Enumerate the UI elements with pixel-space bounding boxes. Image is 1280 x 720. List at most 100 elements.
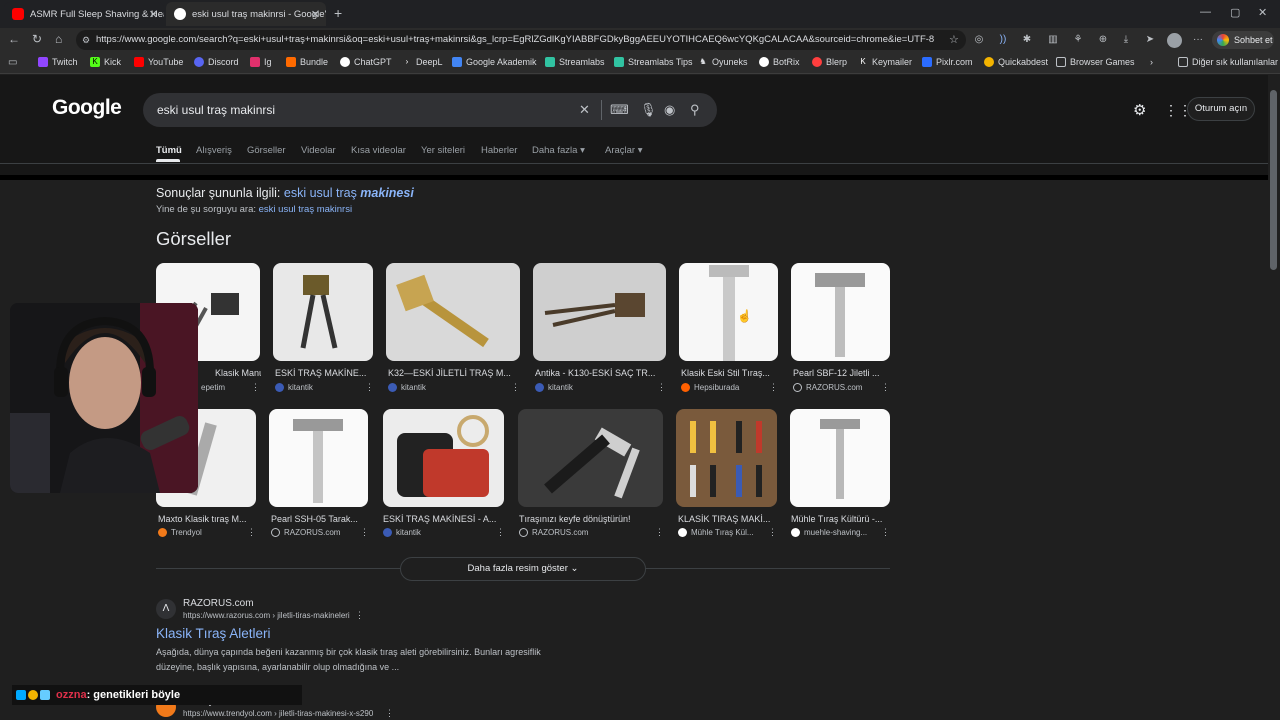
chevron-right-icon[interactable]: › — [1150, 57, 1153, 67]
image-source[interactable]: RAZORUS.com — [271, 528, 340, 537]
puzzle-icon[interactable]: ✱ — [1020, 33, 1034, 47]
image-source[interactable]: muehle-shaving... — [791, 528, 867, 537]
keyboard-icon[interactable]: ⌨ — [610, 102, 629, 118]
result-site-name[interactable]: RAZORUS.com — [183, 598, 254, 609]
bookmark-streamlabs-tips[interactable]: Streamlabs Tips — [614, 57, 693, 67]
result-title-link[interactable]: Klasik Tıraş Aletleri — [156, 626, 271, 641]
tab-all[interactable]: Tümü — [156, 145, 182, 156]
bookmark-twitch[interactable]: Twitch — [38, 57, 78, 67]
bookmark-deepl[interactable]: › DeepL — [402, 57, 443, 67]
download-icon[interactable]: ⤓ — [1119, 33, 1133, 47]
bookmark-youtube[interactable]: YouTube — [134, 57, 183, 67]
more-options-icon[interactable]: ⋮ — [881, 527, 890, 538]
more-options-icon[interactable]: ⋮ — [655, 527, 664, 538]
bookmark-keymailer[interactable]: K Keymailer — [858, 57, 912, 67]
more-options-icon[interactable]: ⋮ — [881, 382, 890, 393]
star-icon[interactable]: ☆ — [949, 33, 959, 46]
tab-youtube[interactable]: ASMR Full Sleep Shaving & Head ✕ — [4, 2, 164, 26]
result-url[interactable]: https://www.razorus.com › jiletli-tiras-… — [183, 611, 350, 620]
tab-videos[interactable]: Videolar — [301, 145, 336, 156]
image-result[interactable] — [386, 263, 520, 361]
image-source[interactable]: epetim — [201, 383, 225, 392]
bookmark-quickabdest[interactable]: Quickabdest — [984, 57, 1048, 67]
result-url[interactable]: https://www.trendyol.com › jiletli-tiras… — [183, 709, 373, 718]
bookmark-ig[interactable]: Ig — [250, 57, 272, 67]
share-icon[interactable]: ➤ — [1143, 33, 1157, 47]
close-icon[interactable]: ✕ — [311, 8, 320, 21]
image-source[interactable]: RAZORUS.com — [793, 383, 862, 392]
reload-icon[interactable]: ↻ — [32, 32, 42, 46]
tab-news[interactable]: Haberler — [481, 145, 517, 156]
bookmark-kick[interactable]: K Kick — [90, 57, 121, 67]
bookmark-blerp[interactable]: Blerp — [812, 57, 847, 67]
reading-list-icon[interactable]: ▭ — [8, 57, 17, 68]
more-options-icon[interactable]: ⋮ — [251, 382, 260, 393]
bookmark-streamlabs[interactable]: Streamlabs — [545, 57, 605, 67]
microphone-icon[interactable]: 🎙 — [640, 102, 657, 118]
image-source[interactable]: kitantik — [535, 383, 573, 392]
bookmark-google-akademik[interactable]: Google Akademik — [452, 57, 537, 67]
site-info-icon[interactable]: ⚙ — [82, 30, 90, 50]
image-result[interactable] — [518, 409, 663, 507]
new-tab-icon[interactable]: + — [334, 5, 342, 21]
bookmark-pixlr[interactable]: Pixlr.com — [922, 57, 973, 67]
bookmark-bundle[interactable]: Bundle — [286, 57, 328, 67]
google-logo[interactable]: Google — [52, 96, 122, 120]
bookmark-oyuneks[interactable]: ♞ Oyuneks — [698, 57, 747, 67]
close-icon[interactable]: ✕ — [149, 8, 158, 21]
more-options-icon[interactable]: ⋮ — [511, 382, 520, 393]
menu-icon[interactable]: ··· — [1191, 33, 1205, 47]
bookmark-other[interactable]: Diğer sık kullanılanlar — [1178, 57, 1278, 67]
more-options-icon[interactable]: ⋮ — [385, 708, 394, 719]
bookmark-chatgpt[interactable]: ChatGPT — [340, 57, 392, 67]
tab-places[interactable]: Yer siteleri — [421, 145, 465, 156]
clear-icon[interactable]: ✕ — [579, 102, 590, 118]
image-result[interactable] — [533, 263, 666, 361]
scrollbar-thumb[interactable] — [1270, 90, 1277, 270]
more-options-icon[interactable]: ⋮ — [768, 527, 777, 538]
more-options-icon[interactable]: ⋮ — [769, 382, 778, 393]
image-source[interactable]: kitantik — [388, 383, 426, 392]
image-result[interactable] — [383, 409, 504, 507]
search-icon[interactable]: ⚲ — [690, 102, 700, 118]
more-options-icon[interactable]: ⋮ — [365, 382, 374, 393]
image-source[interactable]: kitantik — [275, 383, 313, 392]
extension-icon[interactable]: )) — [996, 33, 1010, 47]
chat-button[interactable]: Sohbet et — [1212, 31, 1274, 49]
image-source[interactable]: Trendyol — [158, 528, 202, 537]
tab-tools[interactable]: Araçlar ▾ — [605, 145, 643, 156]
search-input[interactable]: eski usul traş makinrsi — [157, 103, 275, 117]
more-options-icon[interactable]: ⋮ — [247, 527, 256, 538]
image-result[interactable] — [676, 409, 777, 507]
bookmark-botrix[interactable]: BotRix — [759, 57, 800, 67]
lens-icon[interactable]: ◉ — [664, 102, 675, 118]
more-options-icon[interactable]: ⋮ — [496, 527, 505, 538]
tab-google[interactable]: eski usul traş makinrsi - Google'da ✕ — [166, 2, 326, 26]
image-result[interactable] — [273, 263, 373, 361]
restore-icon[interactable]: ▢ — [1230, 6, 1240, 19]
tab-shopping[interactable]: Alışveriş — [196, 145, 232, 156]
tab-more[interactable]: Daha fazla ▾ — [532, 145, 585, 156]
bookmark-discord[interactable]: Discord — [194, 57, 239, 67]
image-result[interactable] — [790, 409, 890, 507]
more-options-icon[interactable]: ⋮ — [355, 610, 364, 621]
minimize-icon[interactable]: — — [1200, 6, 1211, 18]
address-bar[interactable]: ⚙ https://www.google.com/search?q=eski+u… — [76, 30, 966, 50]
corrected-query-link[interactable]: eski usul traş makinesi — [284, 186, 414, 200]
image-source[interactable]: Hepsiburada — [681, 383, 739, 392]
image-source[interactable]: kitantik — [383, 528, 421, 537]
more-options-icon[interactable]: ⋮ — [657, 382, 666, 393]
image-result[interactable] — [269, 409, 368, 507]
signin-button[interactable]: Oturum açın — [1187, 97, 1255, 121]
profile-avatar[interactable] — [1167, 33, 1182, 48]
site-favicon[interactable]: Λ — [156, 599, 176, 619]
extension-icon[interactable]: ⊕ — [1096, 33, 1110, 47]
image-result[interactable] — [791, 263, 890, 361]
more-options-icon[interactable]: ⋮ — [360, 527, 369, 538]
bookmark-browser-games[interactable]: Browser Games — [1056, 57, 1135, 67]
split-view-icon[interactable]: ▥ — [1046, 33, 1060, 47]
back-icon[interactable]: ← — [8, 32, 20, 46]
home-icon[interactable]: ⌂ — [55, 32, 62, 46]
image-source[interactable]: RAZORUS.com — [519, 528, 588, 537]
original-query-link[interactable]: eski usul traş makinrsi — [259, 204, 352, 215]
